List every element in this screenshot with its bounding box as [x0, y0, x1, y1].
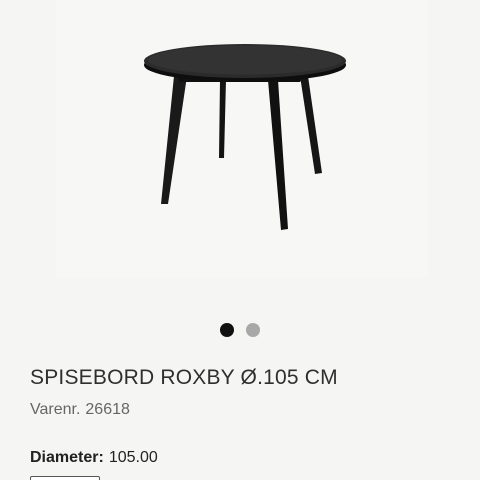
spec-diameter-label: Diameter: [30, 449, 104, 466]
image-carousel-dots [0, 323, 480, 339]
product-title: SPISEBORD ROXBY Ø.105 CM [30, 366, 338, 389]
option-selector[interactable] [30, 476, 100, 480]
carousel-dot-2[interactable] [246, 323, 260, 337]
item-number: Varenr. 26618 [30, 401, 130, 419]
spec-diameter: Diameter: 105.00 [30, 449, 158, 467]
table-illustration [144, 44, 346, 230]
carousel-dot-1[interactable] [220, 323, 234, 337]
product-image[interactable] [56, 0, 428, 278]
item-number-label: Varenr. [30, 401, 81, 418]
spec-diameter-value: 105.00 [108, 449, 158, 466]
product-page: SPISEBORD ROXBY Ø.105 CM Varenr. 26618 Di… [0, 0, 480, 480]
item-number-value: 26618 [85, 401, 130, 418]
